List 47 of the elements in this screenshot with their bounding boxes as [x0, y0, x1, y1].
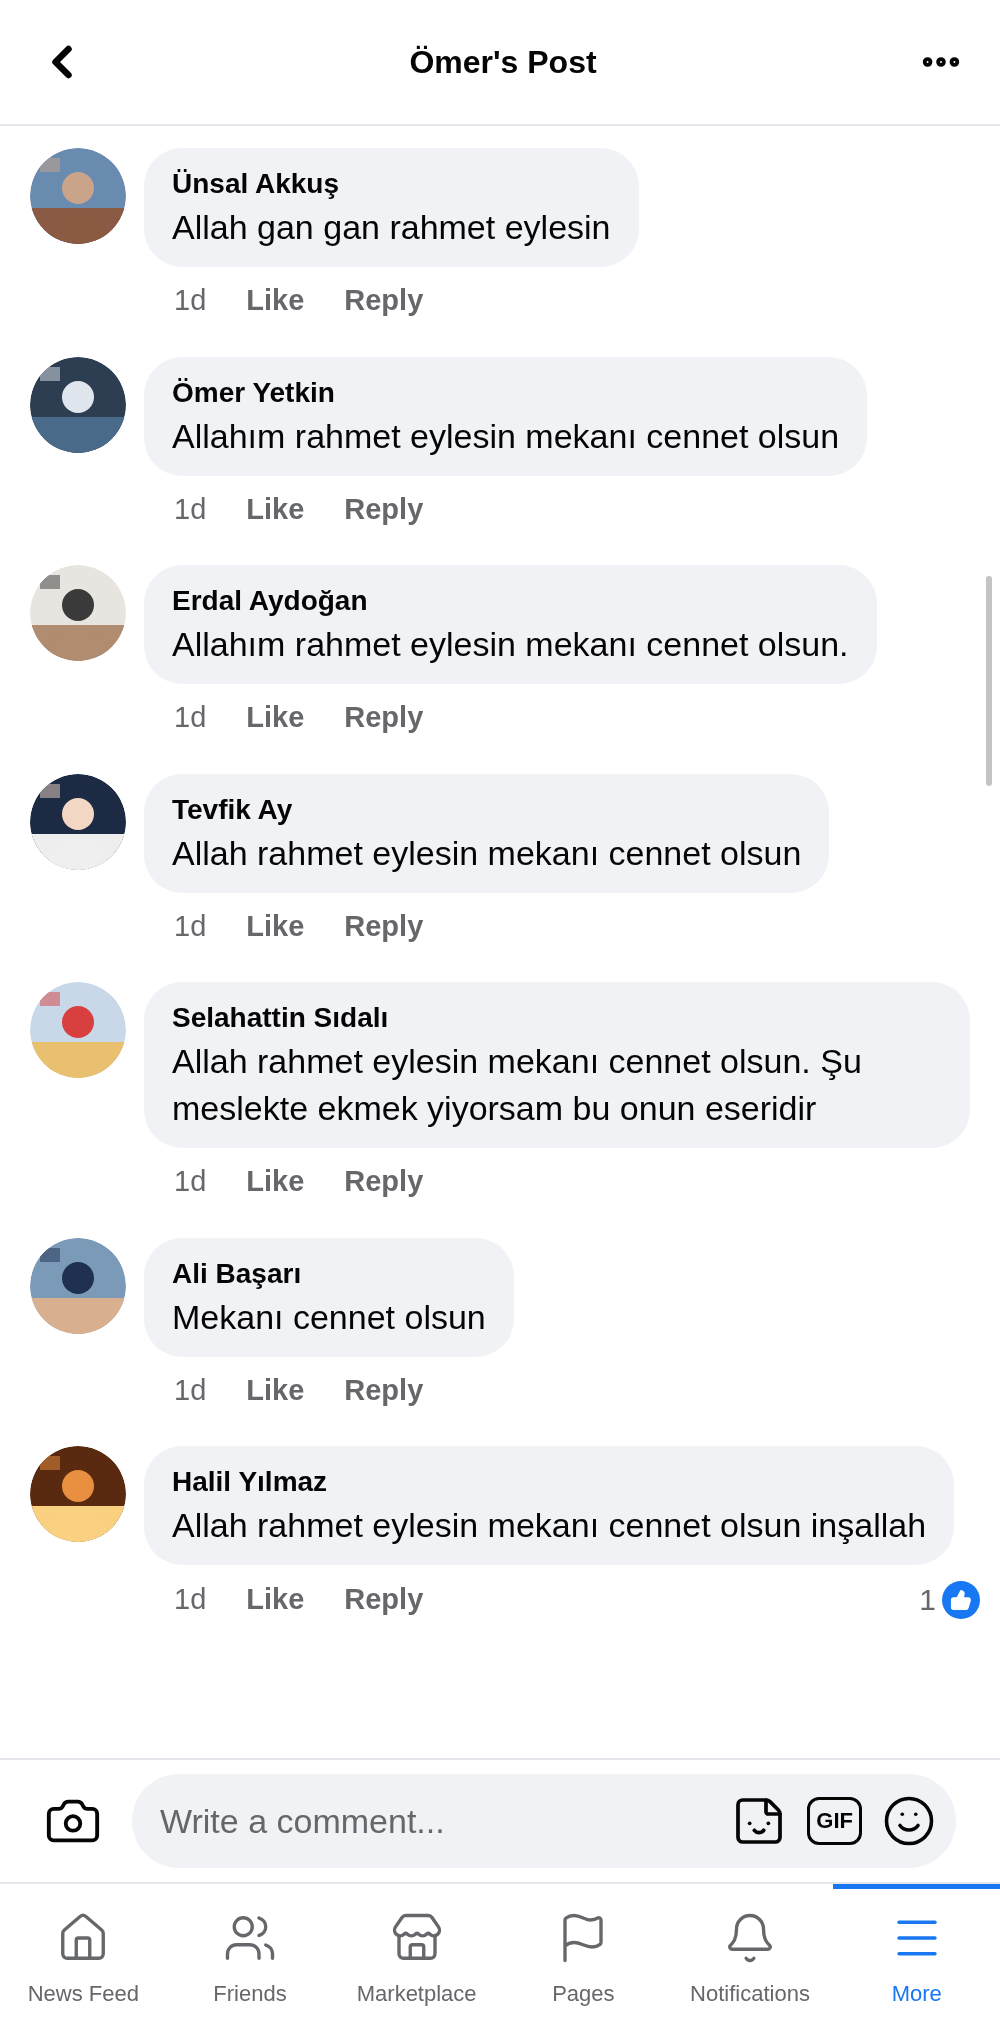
reply-link[interactable]: Reply	[344, 487, 424, 531]
comment-time: 1d	[174, 908, 207, 944]
like-reaction-icon[interactable]	[942, 1580, 980, 1619]
reply-link[interactable]: Reply	[344, 904, 424, 948]
comment-author[interactable]: Ünsal Akkuş	[172, 164, 611, 204]
reply-link[interactable]: Reply	[344, 1160, 424, 1204]
comment-text: Mekanı cennet olsun	[172, 1296, 486, 1338]
comment-text: Allahım rahmet eylesin mekanı cennet olsun.	[172, 624, 849, 665]
comment-time: 1d	[174, 1164, 207, 1199]
like-link[interactable]: Like	[246, 1368, 305, 1412]
nav-tab[interactable]: More	[833, 1884, 1000, 2032]
nav-tab[interactable]: Friends	[166, 1884, 334, 2032]
comment-time: 1d	[174, 491, 207, 527]
nav-tab[interactable]: Notifications	[666, 1884, 834, 2032]
reply-link[interactable]: Reply	[344, 1577, 424, 1622]
window-title: Ömer's Post	[409, 43, 597, 82]
reply-link[interactable]: Reply	[344, 1368, 424, 1412]
comment-author[interactable]: Selahattin Sıdalı	[172, 998, 942, 1038]
nav-tab[interactable]: Pages	[500, 1884, 667, 2032]
comment-field[interactable]: Write a comment... GIF	[132, 1774, 956, 1868]
like-link[interactable]: Like	[246, 1577, 305, 1622]
comment-text: Allah gan gan rahmet eylesin	[172, 207, 611, 248]
comment-time: 1d	[174, 1372, 207, 1408]
comment-time: 1d	[174, 283, 207, 318]
like-link[interactable]: Like	[246, 487, 305, 531]
comment-time: 1d	[174, 700, 207, 735]
like-link[interactable]: Like	[246, 1160, 305, 1204]
comment-text: Allah rahmet eylesin mekanı cennet olsun	[172, 832, 802, 874]
gif-button[interactable]: GIF	[807, 1797, 862, 1845]
like-link[interactable]: Like	[246, 904, 305, 948]
comment-author[interactable]: Ali Başarı	[172, 1253, 486, 1294]
nav-tab[interactable]: Marketplace	[333, 1884, 500, 2032]
comment-author[interactable]: Ömer Yetkin	[172, 372, 840, 413]
comment-author[interactable]: Halil Yılmaz	[172, 1462, 927, 1502]
comment-author[interactable]: Erdal Aydoğan	[172, 581, 849, 621]
like-link[interactable]: Like	[246, 696, 305, 740]
comment-text: Allah rahmet eylesin mekanı cennet olsun inşallah	[172, 1505, 927, 1546]
reply-link[interactable]: Reply	[344, 279, 424, 323]
nav-tab[interactable]: News Feed	[0, 1884, 167, 2032]
comment-time: 1d	[174, 1581, 207, 1617]
like-link[interactable]: Like	[246, 279, 305, 323]
comment-text: Allah rahmet eylesin mekanı cennet olsun. Şu meslekte ekmek yiyorsam bu onun eseridir	[172, 1041, 863, 1129]
comment-author[interactable]: Tevfik Ay	[172, 789, 802, 830]
reaction-count: 1	[919, 1582, 936, 1618]
emoji-icon[interactable]	[882, 1794, 936, 1848]
reply-link[interactable]: Reply	[344, 696, 424, 740]
comment-text: Allahım rahmet eylesin mekanı cennet olsun	[172, 415, 840, 457]
